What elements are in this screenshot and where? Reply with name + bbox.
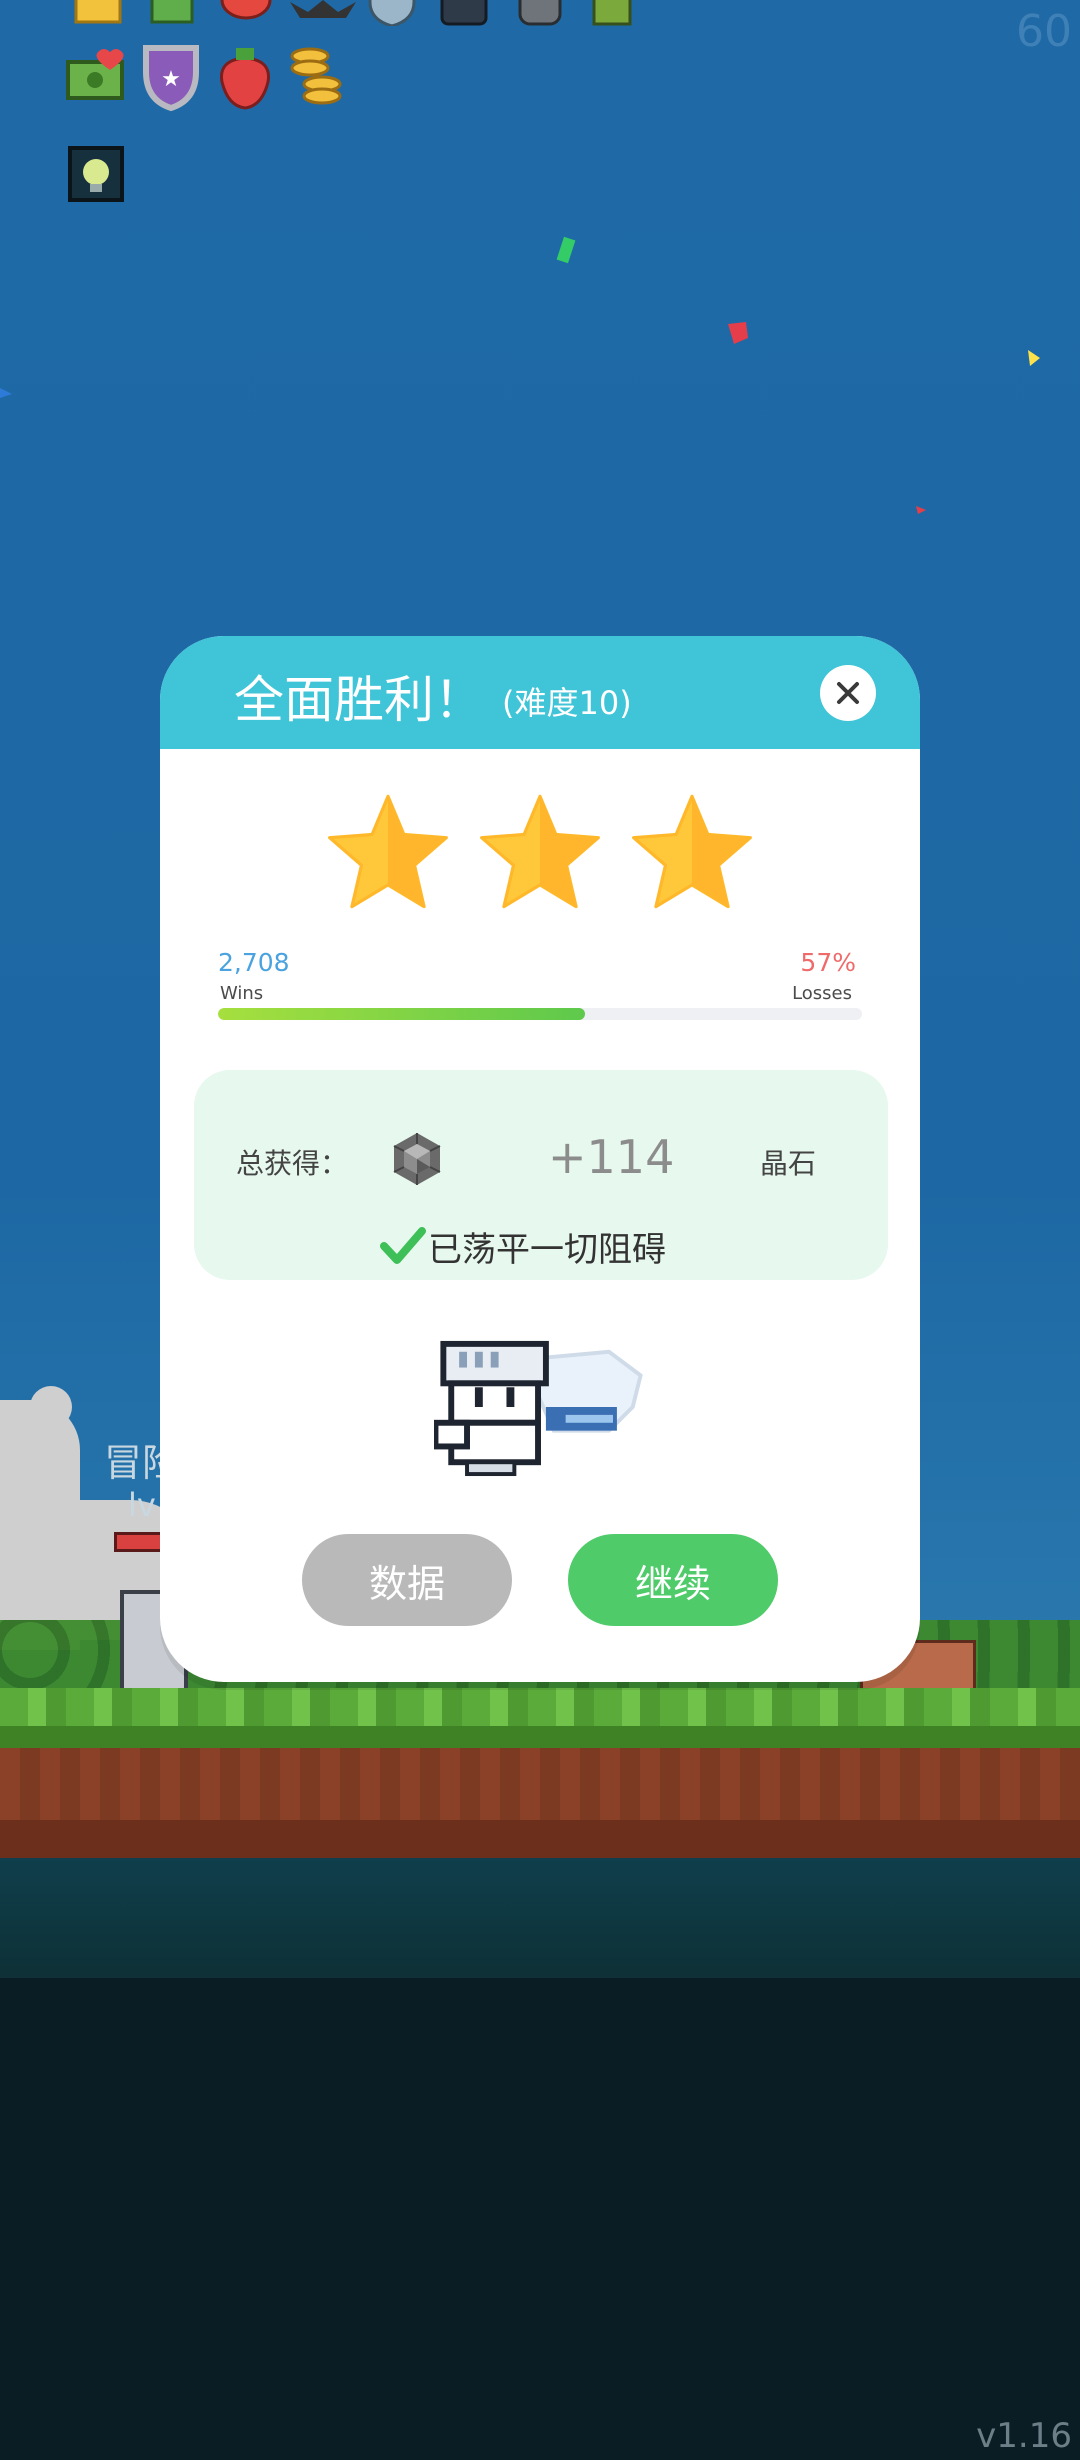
dark-helmet-icon (436, 0, 492, 26)
win-ratio-fill (218, 1008, 586, 1020)
confetti-piece (0, 388, 12, 398)
shield-icon (364, 0, 420, 26)
star-icon (476, 791, 604, 913)
strawberry-icon (212, 42, 278, 112)
losses-label: Losses (792, 983, 852, 1004)
knight-helmet-icon (512, 0, 568, 26)
confetti-piece (916, 506, 926, 514)
winged-hero-sprite (432, 1336, 646, 1482)
reward-label: 总获得： (236, 1147, 349, 1180)
cash-heart-icon (64, 46, 130, 106)
star-icon (628, 791, 756, 913)
water-surface (0, 1858, 1080, 1978)
bat-icon (288, 0, 358, 26)
lightbulb-card-icon[interactable] (68, 146, 124, 202)
losses-value: 57% (800, 948, 856, 977)
reward-amount: +114 (548, 1130, 675, 1184)
wins-value: 2,708 (218, 948, 290, 977)
confetti-piece (728, 322, 748, 344)
check-icon (380, 1226, 426, 1270)
continue-button[interactable]: 继续 (568, 1534, 778, 1626)
grass-layer (0, 1688, 1080, 1726)
gold-coins-icon (286, 44, 352, 110)
svg-text:★: ★ (161, 67, 181, 92)
gem-icon (388, 1130, 446, 1192)
mushroom-icon (218, 0, 274, 26)
fps-counter: 60 (1016, 6, 1072, 57)
reward-currency: 晶石 (760, 1147, 817, 1180)
close-icon (837, 682, 859, 704)
confetti-piece (1028, 350, 1040, 366)
confetti-piece (556, 236, 576, 264)
version-label: v1.16 (976, 2416, 1072, 2456)
dirt-dark-layer (0, 1820, 1080, 1860)
stats-button[interactable]: 数据 (302, 1534, 512, 1626)
win-ratio-bar (218, 1008, 862, 1020)
star-rating (160, 791, 920, 913)
green-card-icon (146, 0, 202, 26)
deep-water (0, 1978, 1080, 2460)
difficulty-label: (难度10) (502, 684, 632, 722)
goblin-icon (584, 0, 640, 26)
reward-panel: 总获得： +114 晶石 已荡平一切阻碍 (194, 1070, 888, 1280)
victory-title: 全面胜利！ (234, 671, 484, 729)
close-button[interactable] (820, 665, 876, 721)
hero-level-label: lv (128, 1486, 156, 1524)
crown-icon (70, 0, 126, 26)
dialog-header: 全面胜利！ (难度10) (160, 636, 920, 749)
purple-star-shield-icon: ★ (138, 42, 204, 112)
star-icon (324, 791, 452, 913)
wins-label: Wins (220, 983, 264, 1004)
cleared-message: 已荡平一切阻碍 (428, 1230, 666, 1270)
victory-dialog: 全面胜利！ (难度10) 2,708 Wins 57% Losses 总获得： (160, 636, 920, 1682)
cloud-puff (30, 1386, 72, 1428)
grass-shadow (0, 1726, 1080, 1748)
